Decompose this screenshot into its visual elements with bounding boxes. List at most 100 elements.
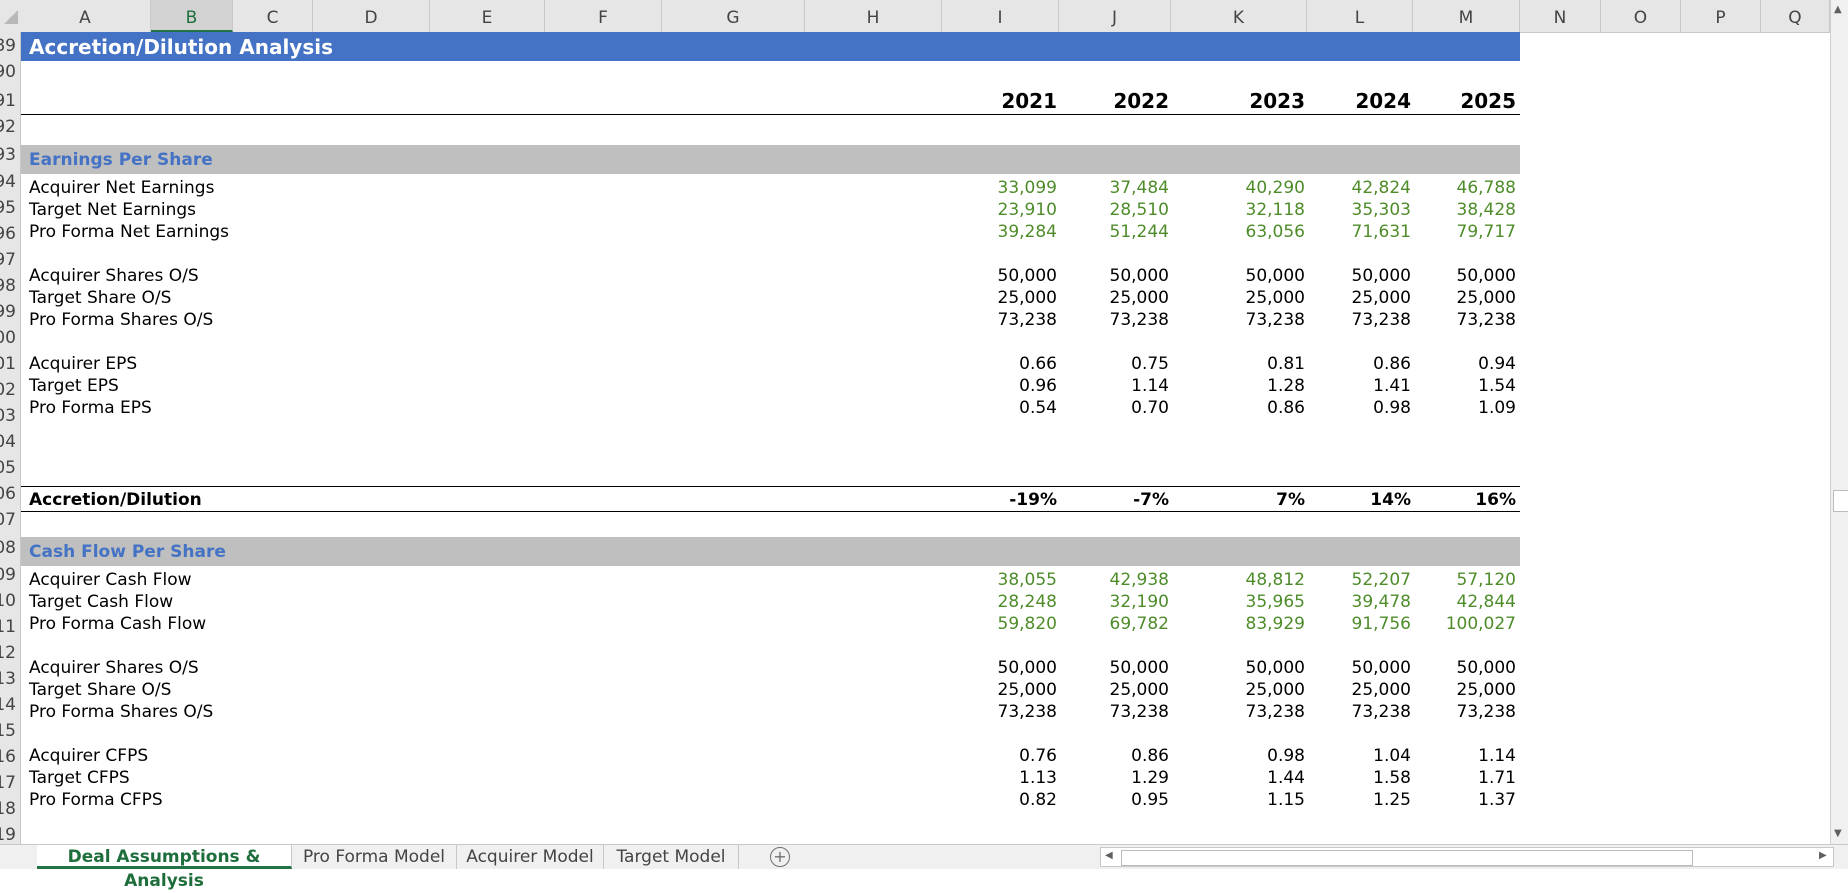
sheet-tab-deal-assumptions[interactable]: Deal Assumptions & Analysis (37, 845, 292, 891)
year-header-row: 2021 2022 2023 2024 2025 (21, 88, 1520, 115)
accretion-value: -7% (1133, 490, 1169, 510)
row-header[interactable]: 107 (0, 507, 16, 533)
col-header-k[interactable]: K (1171, 0, 1307, 32)
year-header: 2022 (1113, 89, 1169, 113)
row-header[interactable]: 119 (0, 822, 16, 844)
col-header-q[interactable]: Q (1761, 0, 1830, 32)
col-header-f[interactable]: F (545, 0, 662, 32)
row-header[interactable]: 94 (0, 169, 16, 195)
col-header-j[interactable]: J (1059, 0, 1171, 32)
row-header[interactable]: 90 (0, 59, 16, 85)
data-row[interactable]: Pro Forma Net Earnings 39,284 51,244 63,056… (21, 219, 1520, 245)
year-header: 2021 (1001, 89, 1057, 113)
col-header-n[interactable]: N (1520, 0, 1601, 32)
cell-value: 39,284 (997, 222, 1057, 242)
row-header[interactable]: 96 (0, 221, 16, 247)
cell-value: 1.09 (1478, 398, 1516, 418)
row-header[interactable]: 103 (0, 403, 16, 429)
cell-value: 79,717 (1456, 222, 1516, 242)
row-header[interactable]: 115 (0, 718, 16, 744)
scroll-left-icon[interactable]: ◀ (1105, 850, 1113, 861)
row-header[interactable]: 97 (0, 247, 16, 273)
row-header[interactable]: 105 (0, 455, 16, 481)
cell-value: 0.86 (1267, 398, 1305, 418)
accretion-value: 16% (1475, 490, 1516, 510)
row-header[interactable]: 92 (0, 114, 16, 140)
col-header-c[interactable]: C (233, 0, 313, 32)
row-header[interactable]: 102 (0, 377, 16, 403)
row-header[interactable]: 111 (0, 614, 16, 640)
section-title: Earnings Per Share (29, 150, 213, 170)
row-label: Pro Forma CFPS (29, 790, 163, 810)
sheet-title: Accretion/Dilution Analysis (29, 35, 333, 59)
scroll-right-icon[interactable]: ▶ (1819, 850, 1827, 861)
row-label: Pro Forma EPS (29, 398, 152, 418)
cell-grid[interactable]: Accretion/Dilution Analysis 2021 2022 20… (21, 32, 1830, 844)
row-header[interactable]: 104 (0, 429, 16, 455)
row-header[interactable]: 101 (0, 351, 16, 377)
row-header[interactable]: 91 (0, 88, 16, 114)
data-row[interactable]: Pro Forma Cash Flow 59,820 69,782 83,929 91,… (21, 611, 1520, 637)
cell-value: 51,244 (1109, 222, 1169, 242)
row-header[interactable]: 89 (0, 33, 16, 59)
row-header[interactable]: 106 (0, 481, 16, 507)
row-label: Pro Forma Shares O/S (29, 310, 214, 330)
accretion-dilution-row[interactable]: Accretion/Dilution -19% -7% 7% 14% 16% (21, 486, 1520, 512)
col-header-o[interactable]: O (1601, 0, 1681, 32)
row-header[interactable]: 109 (0, 562, 16, 588)
row-header[interactable]: 98 (0, 273, 16, 299)
col-header-l[interactable]: L (1307, 0, 1413, 32)
year-header: 2024 (1355, 89, 1411, 113)
col-header-m[interactable]: M (1413, 0, 1520, 32)
scroll-up-icon[interactable]: ▲ (1834, 4, 1842, 15)
scroll-down-icon[interactable]: ▼ (1834, 828, 1842, 839)
col-header-d[interactable]: D (313, 0, 430, 32)
cell-value: 73,238 (997, 702, 1057, 722)
row-header[interactable]: 113 (0, 666, 16, 692)
col-header-e[interactable]: E (430, 0, 545, 32)
data-row[interactable]: Pro Forma Shares O/S 73,238 73,238 73,238 73… (21, 307, 1520, 333)
row-label: Pro Forma Cash Flow (29, 614, 207, 634)
sheet-tab-bar: Deal Assumptions & Analysis Pro Forma Mo… (0, 844, 1848, 891)
data-row[interactable]: Pro Forma CFPS 0.82 0.95 1.15 1.25 1.37 (21, 787, 1520, 813)
row-header[interactable]: 116 (0, 744, 16, 770)
vertical-scrollbar[interactable]: ▲ ▼ (1830, 0, 1848, 844)
col-header-i[interactable]: I (942, 0, 1059, 32)
column-header-bar: A B C D E F G H I J K L M N O P Q (0, 0, 1830, 33)
col-header-b[interactable]: B (151, 0, 233, 32)
cell-value: 73,238 (1109, 702, 1169, 722)
row-header[interactable]: 108 (0, 535, 16, 561)
cell-value: 73,238 (1245, 702, 1305, 722)
select-all-corner[interactable] (0, 0, 20, 32)
year-header: 2023 (1249, 89, 1305, 113)
sheet-tab-target-model[interactable]: Target Model (604, 845, 739, 869)
horizontal-scroll-thumb[interactable] (1121, 850, 1693, 866)
col-header-h[interactable]: H (805, 0, 942, 32)
row-header[interactable]: 112 (0, 640, 16, 666)
row-header[interactable]: 114 (0, 692, 16, 718)
row-header[interactable]: 93 (0, 142, 16, 168)
year-header: 2025 (1460, 89, 1516, 113)
title-banner: Accretion/Dilution Analysis (21, 32, 1520, 61)
col-header-a[interactable]: A (20, 0, 151, 32)
cell-value: 69,782 (1109, 614, 1169, 634)
horizontal-scrollbar[interactable]: ◀ ▶ (1100, 847, 1834, 867)
row-header[interactable]: 117 (0, 770, 16, 796)
cell-value: 73,238 (1351, 310, 1411, 330)
vertical-scroll-thumb[interactable] (1833, 490, 1848, 512)
row-header[interactable]: 95 (0, 195, 16, 221)
row-header[interactable]: 110 (0, 588, 16, 614)
data-row[interactable]: Pro Forma EPS 0.54 0.70 0.86 0.98 1.09 (21, 395, 1520, 421)
sheet-tab-acquirer-model[interactable]: Acquirer Model (457, 845, 604, 869)
cell-value: 1.37 (1478, 790, 1516, 810)
add-sheet-icon[interactable]: + (770, 847, 790, 867)
row-header[interactable]: 100 (0, 325, 16, 351)
row-header[interactable]: 99 (0, 299, 16, 325)
cell-value: 0.98 (1373, 398, 1411, 418)
cell-value: 100,027 (1445, 614, 1516, 634)
data-row[interactable]: Pro Forma Shares O/S 73,238 73,238 73,238 73… (21, 699, 1520, 725)
col-header-g[interactable]: G (662, 0, 805, 32)
sheet-tab-pro-forma-model[interactable]: Pro Forma Model (292, 845, 457, 869)
col-header-p[interactable]: P (1681, 0, 1761, 32)
row-header[interactable]: 118 (0, 796, 16, 822)
